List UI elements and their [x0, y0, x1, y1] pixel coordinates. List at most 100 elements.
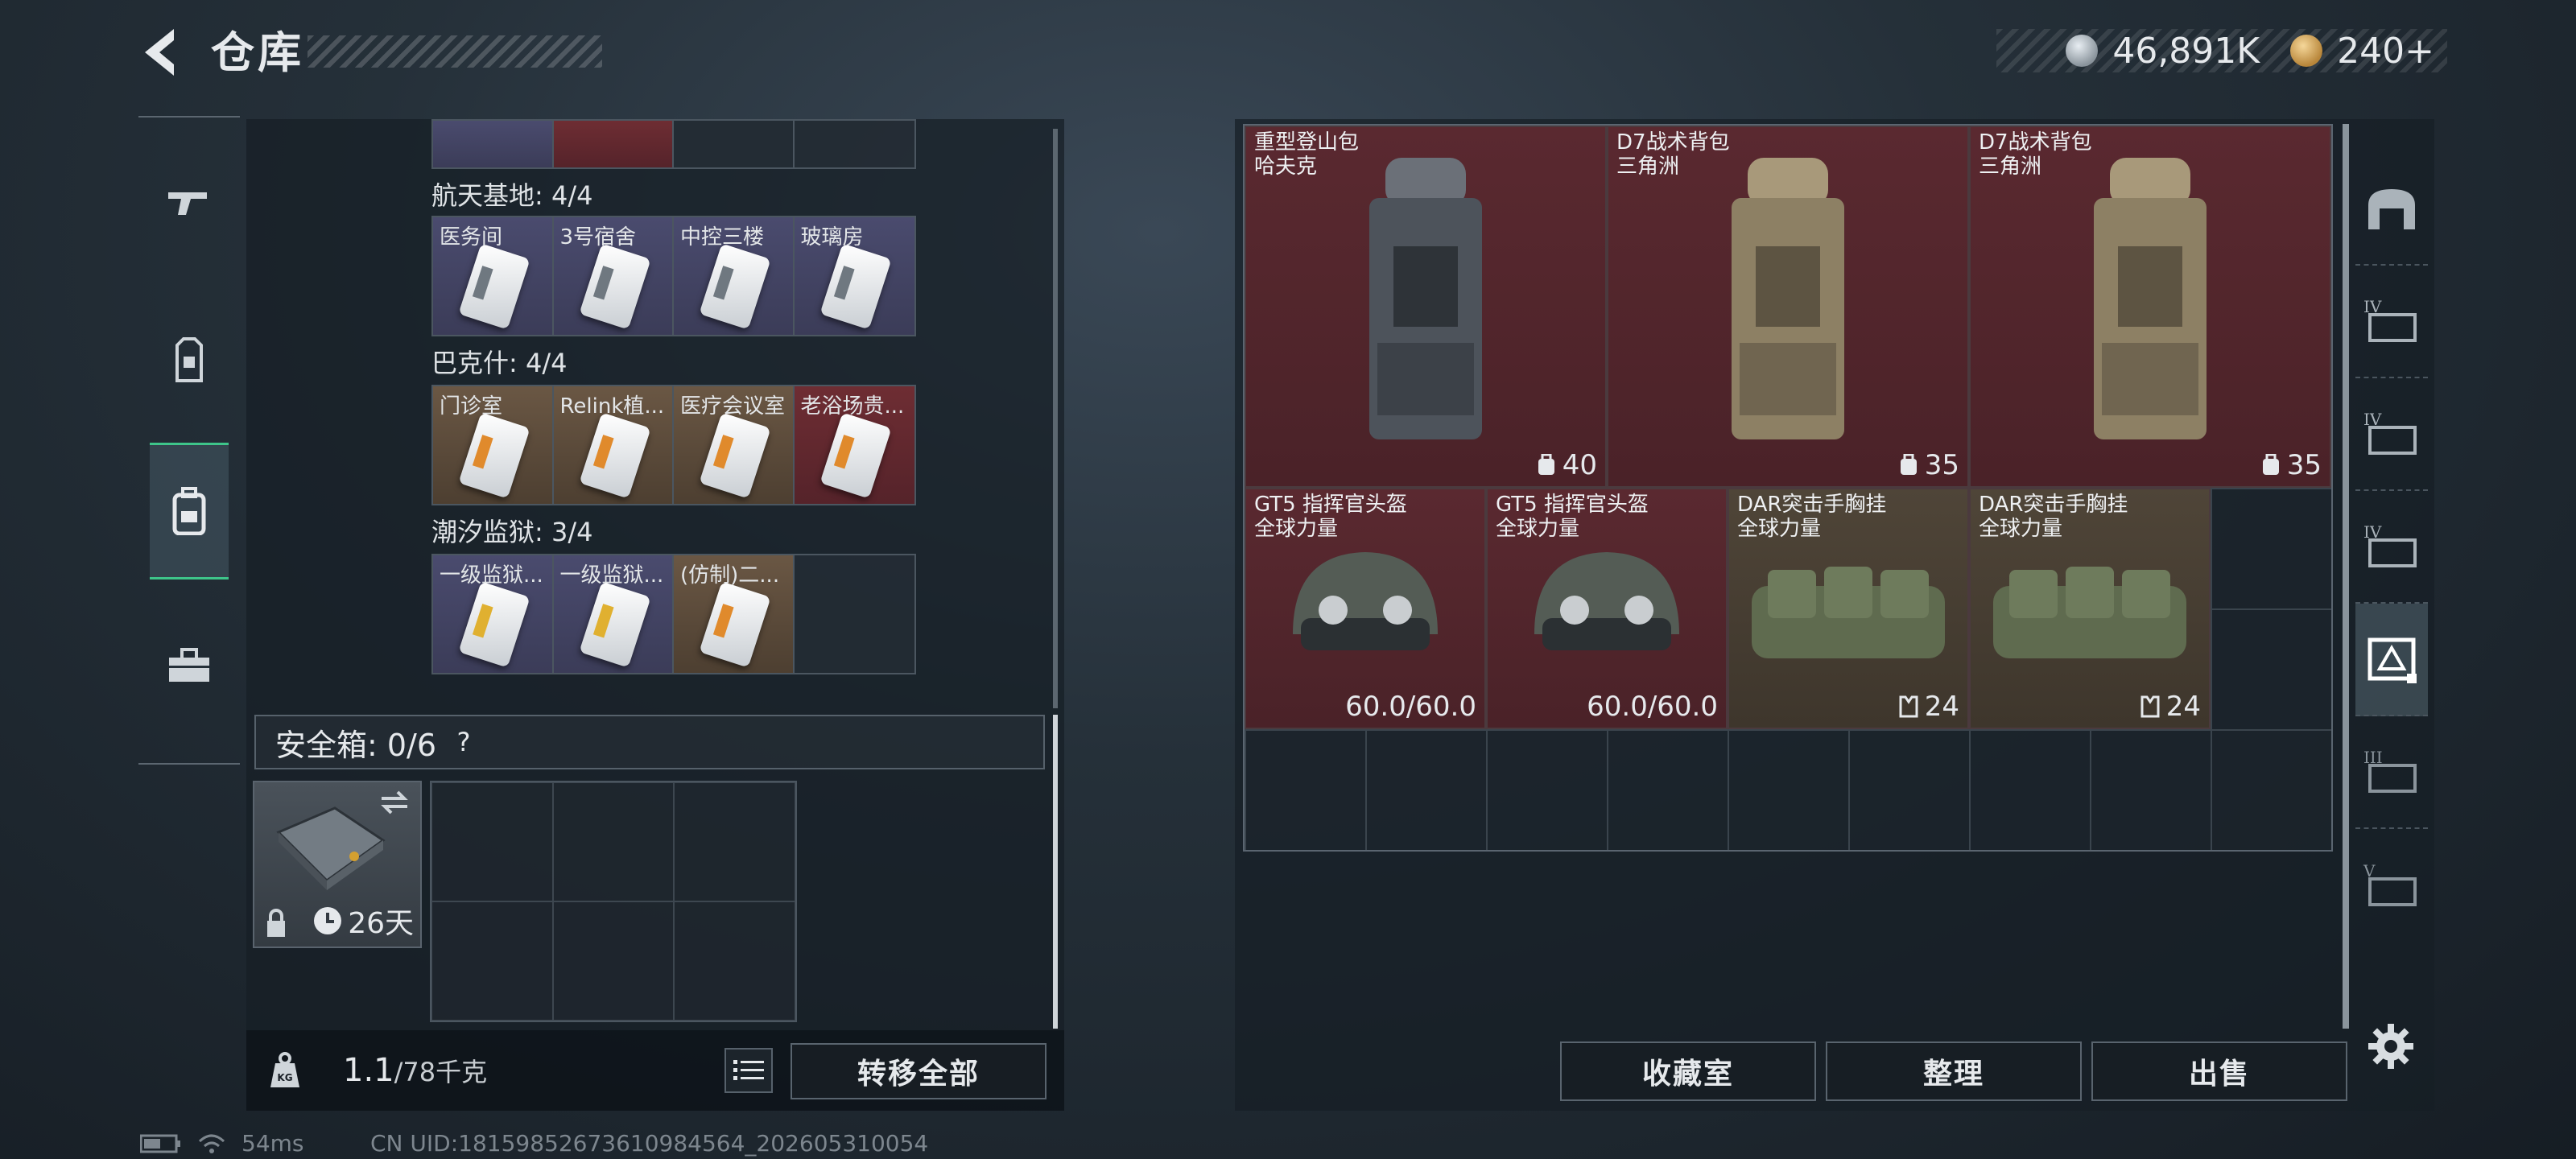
settings-gear-icon[interactable] [2365, 1021, 2417, 1072]
back-arrow-icon[interactable] [135, 24, 192, 80]
keycard-label: 中控三楼 [680, 225, 765, 250]
ping-text: 54ms [242, 1130, 304, 1157]
stash-page-3[interactable]: IV [2355, 378, 2428, 491]
item-name: D7战术背包 三角洲 [1979, 130, 2092, 179]
clock-icon [314, 907, 342, 934]
stash-item-helmet[interactable]: GT5 指挥官头盔 全球力量 60.0/60.0 [1245, 488, 1486, 729]
category-gear-button[interactable] [150, 291, 229, 428]
stash-item-chest-rig[interactable]: DAR突击手胸挂 全球力量 24 [1969, 488, 2211, 729]
keycard-slot[interactable]: 一级监狱... [553, 555, 674, 673]
category-weapons-button[interactable] [150, 134, 229, 270]
item-durability: 60.0/60.0 [1345, 691, 1476, 723]
keycard-row: 医务间 3号宿舍 中控三楼 玻璃房 [431, 216, 916, 336]
keycard-slot[interactable]: 医疗会议室 [674, 386, 795, 504]
category-backpack-button[interactable] [150, 443, 229, 580]
stash-item-chest-rig[interactable]: DAR突击手胸挂 全球力量 24 [1728, 488, 1969, 729]
chest-rig-image [1752, 567, 1945, 658]
item-name: D7战术背包 三角洲 [1616, 130, 1730, 179]
safebox-cell[interactable] [674, 901, 795, 1021]
svg-text:KG: KG [277, 1072, 292, 1083]
stash-home-icon [2368, 189, 2415, 229]
safebox-cell[interactable] [431, 901, 553, 1021]
help-icon[interactable]: ? [448, 727, 480, 757]
stash-case-icon: IV [2363, 410, 2420, 458]
silver-amount: 46,891K [2112, 30, 2260, 72]
section-title: 航天基地: 4/4 [431, 180, 593, 211]
safebox-cell[interactable] [552, 782, 675, 901]
battery-icon [140, 1134, 180, 1153]
capacity-icon [1900, 454, 1917, 475]
section-title: 潮汐监狱: 3/4 [431, 517, 593, 547]
armor-icon [175, 337, 203, 382]
item-capacity: 24 [2139, 691, 2201, 723]
stash-page-7[interactable]: V [2355, 829, 2428, 942]
helmet-image [1293, 552, 1438, 650]
stash-page-4[interactable]: IV [2355, 491, 2428, 604]
safebox-cell[interactable] [674, 782, 795, 901]
swap-icon[interactable] [378, 789, 411, 816]
collection-room-button[interactable]: 收藏室 [1560, 1041, 1816, 1101]
keycard-slot[interactable]: 中控三楼 [674, 217, 795, 335]
left-scrollbar-track [1053, 129, 1058, 708]
keycard-slot[interactable]: Relink植... [553, 386, 674, 504]
keycard-slot[interactable]: 门诊室 [433, 386, 554, 504]
stash-page-5[interactable] [2355, 604, 2428, 716]
sell-button[interactable]: 出售 [2091, 1041, 2347, 1101]
item-name: GT5 指挥官头盔 全球力量 [1254, 493, 1407, 541]
keycard-slot-empty [794, 555, 914, 673]
keycard-label: 医务间 [440, 225, 503, 250]
stash-case-icon: III [2363, 748, 2420, 796]
stash-page-main[interactable] [2355, 153, 2428, 266]
keycard-row: 一级监狱... 一级监狱... (仿制)二... [431, 554, 916, 674]
helmet-image [1534, 552, 1679, 650]
safebox-cell[interactable] [431, 782, 553, 901]
keycard-slot[interactable]: 3号宿舍 [553, 217, 674, 335]
safebox-label: 安全箱: 0/6 [275, 727, 437, 763]
backpack-icon [172, 487, 206, 535]
stash-scrollbar[interactable] [2343, 124, 2349, 1029]
keycard-slot[interactable]: (仿制)二... [674, 555, 795, 673]
stash-page-2[interactable]: IV [2355, 266, 2428, 378]
stash-item-helmet[interactable]: GT5 指挥官头盔 全球力量 60.0/60.0 [1486, 488, 1728, 729]
keycard-slot-empty [674, 121, 795, 167]
silver-coin-icon [2066, 35, 2099, 67]
keycard-label: 门诊室 [440, 394, 503, 419]
stash-item-backpack[interactable]: D7战术背包 三角洲 35 [1607, 126, 1969, 488]
item-name: DAR突击手胸挂 全球力量 [1737, 493, 1887, 541]
stash-page-6[interactable]: III [2355, 716, 2428, 829]
transfer-all-button[interactable]: 转移全部 [791, 1043, 1046, 1099]
keycard-slot[interactable]: 一级监狱... [433, 555, 554, 673]
capacity-icon [2262, 454, 2279, 475]
backpack-image [1732, 158, 1844, 439]
keycard-slot[interactable] [553, 121, 674, 167]
sort-button[interactable]: 整理 [1826, 1041, 2082, 1101]
stash-item-backpack[interactable]: 重型登山包 哈夫克 40 [1245, 126, 1607, 488]
stash-item-backpack[interactable]: D7战术背包 三角洲 35 [1969, 126, 2331, 488]
safebox-cell[interactable] [552, 901, 675, 1021]
timer-text: 26天 [348, 907, 414, 940]
keycard-row: 门诊室 Relink植... 医疗会议室 老浴场贵... [431, 385, 916, 505]
title-decoration [308, 35, 602, 68]
weight-max: /78千克 [394, 1057, 488, 1087]
keycard-label: 3号宿舍 [559, 225, 637, 250]
vest-capacity-icon [2140, 695, 2160, 718]
list-view-button[interactable] [724, 1048, 773, 1093]
carry-weight: 1.1/78千克 [343, 1052, 487, 1089]
item-name: GT5 指挥官头盔 全球力量 [1496, 493, 1649, 541]
chest-rig-image [1993, 567, 2186, 658]
keycard-slot[interactable]: 玻璃房 [794, 217, 914, 335]
item-name: DAR突击手胸挂 全球力量 [1979, 493, 2128, 541]
inventory-footer: KG 1.1/78千克 转移全部 [246, 1030, 1064, 1111]
keycard-slot[interactable] [433, 121, 554, 167]
category-toolbox-button[interactable] [150, 597, 229, 734]
item-durability: 60.0/60.0 [1587, 691, 1718, 723]
left-scrollbar-thumb[interactable] [1053, 715, 1058, 1029]
keycard-label: 医疗会议室 [680, 394, 786, 419]
keycard-slot[interactable]: 老浴场贵... [794, 386, 914, 504]
safebox-item[interactable]: 26天 [253, 781, 422, 948]
page-title: 仓库 [211, 27, 304, 78]
list-icon [733, 1060, 764, 1080]
lock-icon [267, 909, 285, 937]
safebox-header: 安全箱: 0/6 ? [254, 715, 1045, 769]
keycard-slot[interactable]: 医务间 [433, 217, 554, 335]
